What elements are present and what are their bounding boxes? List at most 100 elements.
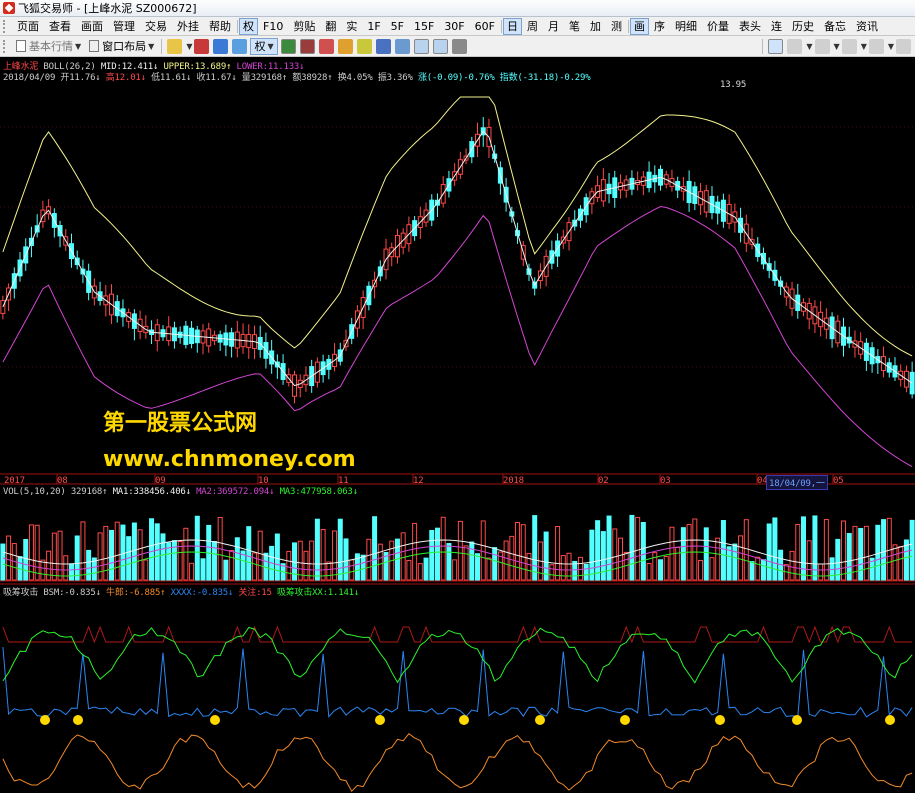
volume-bar xyxy=(183,527,189,581)
parallel-lines-icon[interactable] xyxy=(841,38,857,54)
save-icon[interactable] xyxy=(194,38,210,54)
fan-lines-icon[interactable] xyxy=(868,38,884,54)
volume-bar xyxy=(309,540,315,581)
draw-line-icon[interactable] xyxy=(768,38,784,54)
menu-item[interactable]: 历史 xyxy=(787,18,819,35)
chevron-down-icon[interactable]: ▼ xyxy=(861,42,867,51)
volume-bar xyxy=(463,545,469,581)
menu-item[interactable]: 表头 xyxy=(734,18,766,35)
menu-item[interactable]: 序 xyxy=(649,18,670,35)
volume-bar xyxy=(658,559,664,581)
menu-item[interactable]: 实 xyxy=(341,18,362,35)
quote-amount: 额38928↑ xyxy=(292,73,333,83)
menu-item[interactable]: 明细 xyxy=(670,18,702,35)
menu-item[interactable]: 周 xyxy=(522,18,543,35)
volume-bar xyxy=(274,533,280,581)
chart-area[interactable]: 上峰水泥 BOLL(26,2) MID:12.411↓ UPPER:13.689… xyxy=(0,57,915,793)
chevron-down-icon: ▼ xyxy=(267,41,274,51)
volume-bar xyxy=(320,528,326,581)
gann-fan-icon[interactable] xyxy=(896,38,911,54)
menu-item[interactable]: 管理 xyxy=(108,18,140,35)
menu-item[interactable]: 日 xyxy=(502,17,522,35)
menu-item[interactable]: 权 xyxy=(239,17,258,35)
menu-item[interactable]: 测 xyxy=(606,18,627,35)
volume-bar xyxy=(509,535,515,581)
volume-bar xyxy=(577,556,583,581)
volume-bar xyxy=(881,519,887,581)
split-view-icon[interactable] xyxy=(413,38,429,54)
menu-item[interactable]: 页面 xyxy=(12,18,44,35)
rights-button[interactable]: 权 ▼ xyxy=(250,37,278,55)
watermark-url: www.chnmoney.com xyxy=(103,447,356,472)
candle-body xyxy=(909,371,915,395)
window-layout-button[interactable]: 窗口布局 ▼ xyxy=(86,38,157,55)
menu-item[interactable]: 剪贴 xyxy=(288,18,320,35)
chevron-down-icon[interactable]: ▼ xyxy=(888,42,894,51)
menu-item[interactable]: 查看 xyxy=(44,18,76,35)
volume-bar xyxy=(709,557,715,581)
menu-item[interactable]: 月 xyxy=(543,18,564,35)
menu-item[interactable]: 连 xyxy=(766,18,787,35)
basic-quotes-button[interactable]: 基本行情 ▼ xyxy=(13,38,84,55)
grid-icon[interactable] xyxy=(375,38,391,54)
volume-bar xyxy=(646,562,652,581)
volume-bar xyxy=(692,518,698,581)
menu-item[interactable]: 画 xyxy=(629,17,649,35)
volume-ma2: MA2:369572.094↓ xyxy=(196,487,275,497)
volume-bar xyxy=(68,563,74,581)
indicator-red-line xyxy=(2,625,913,644)
folder-icon[interactable] xyxy=(167,38,183,54)
chevron-down-icon[interactable]: ▼ xyxy=(834,42,840,51)
volume-bar xyxy=(749,561,755,581)
volume-bar xyxy=(412,522,418,581)
volume-bar xyxy=(23,539,29,581)
volume-bar xyxy=(612,528,618,581)
menu-item[interactable]: 备忘 xyxy=(819,18,851,35)
highlight-icon[interactable] xyxy=(356,38,372,54)
pencil-icon[interactable] xyxy=(337,38,353,54)
window-icon[interactable] xyxy=(394,38,410,54)
settings-icon[interactable] xyxy=(451,38,467,54)
smiley-signal-icon xyxy=(375,715,385,725)
volume-bar xyxy=(6,535,12,581)
menu-item[interactable]: 资讯 xyxy=(851,18,883,35)
menu-item[interactable]: 价量 xyxy=(702,18,734,35)
menu-item[interactable]: 15F xyxy=(409,18,439,35)
menu-item[interactable]: 交易 xyxy=(140,18,172,35)
menu-item[interactable]: 画面 xyxy=(76,18,108,35)
chart-green-icon[interactable] xyxy=(280,38,296,54)
menu-item[interactable]: 翻 xyxy=(320,18,341,35)
volume-bar xyxy=(223,559,229,581)
menu-item[interactable]: 笔 xyxy=(564,18,585,35)
volume-bar xyxy=(120,524,126,581)
volume-bar xyxy=(417,563,423,581)
menu-item[interactable]: 外挂 xyxy=(172,18,204,35)
volume-bar xyxy=(0,543,6,581)
chevron-down-icon[interactable]: ▼ xyxy=(806,42,812,51)
menu-item[interactable]: 60F xyxy=(470,18,500,35)
menu-item[interactable]: 加 xyxy=(585,18,606,35)
volume-bar xyxy=(680,527,686,581)
volume-title: VOL(5,10,20) xyxy=(3,487,66,497)
move-icon[interactable] xyxy=(213,38,229,54)
smiley-signal-icon xyxy=(73,715,83,725)
menu-item[interactable]: 30F xyxy=(439,18,469,35)
slash-line-icon[interactable] xyxy=(814,38,830,54)
volume-bar xyxy=(34,524,40,581)
menu-item[interactable]: F10 xyxy=(258,18,288,35)
volume-bar xyxy=(480,520,486,581)
quote-change: 涨(-0.09)-0.76% xyxy=(417,73,495,83)
chart-red-icon[interactable] xyxy=(299,38,315,54)
dual-view-icon[interactable] xyxy=(432,38,448,54)
list-icon[interactable] xyxy=(318,38,334,54)
trend-line-icon[interactable] xyxy=(787,38,803,54)
chevron-down-icon[interactable]: ▼ xyxy=(186,42,192,51)
quote-close: 收11.67↓ xyxy=(196,73,237,83)
menu-item[interactable]: 帮助 xyxy=(204,18,236,35)
menu-divider xyxy=(500,19,502,33)
volume-bar xyxy=(835,538,841,581)
volume-bar xyxy=(297,540,303,581)
menu-item[interactable]: 5F xyxy=(386,18,409,35)
menu-item[interactable]: 1F xyxy=(362,18,385,35)
zoom-icon[interactable] xyxy=(232,38,248,54)
